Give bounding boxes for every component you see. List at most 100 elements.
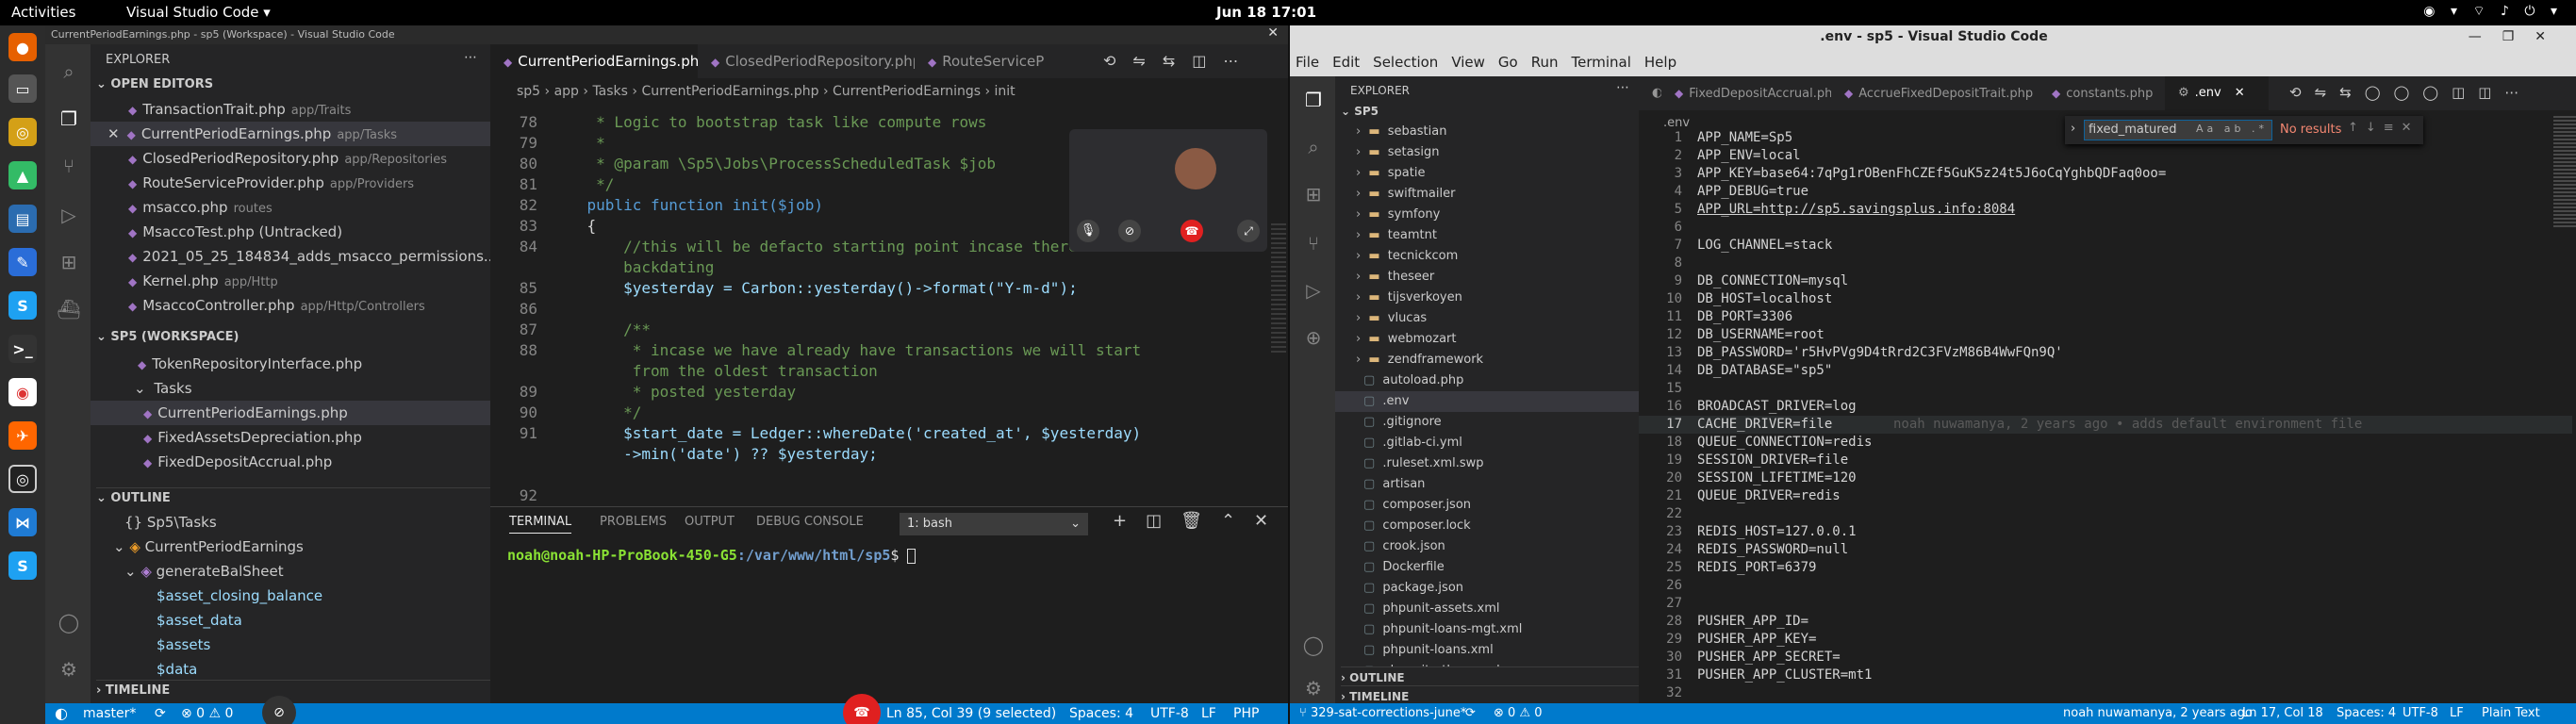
folder-item[interactable]: › ▬ tijsverkoyen	[1335, 288, 1639, 308]
outline-item[interactable]: $asset_closing_balance	[91, 584, 490, 608]
clock[interactable]: Jun 18 17:01	[1216, 4, 1316, 21]
run-debug-icon[interactable]: ▷	[1301, 278, 1326, 303]
folder-item[interactable]: › ▬ zendframework	[1335, 350, 1639, 370]
menu-edit[interactable]: Edit	[1332, 54, 1360, 71]
manage-gear-icon[interactable]: ⚙	[1301, 676, 1326, 700]
tab-constants[interactable]: ◆ constants.php	[2039, 76, 2165, 110]
file-item[interactable]: ▢ .gitlab-ci.yml	[1335, 433, 1639, 453]
minimap[interactable]	[2553, 116, 2576, 229]
sync-icon[interactable]: ⟳	[155, 703, 166, 724]
remote-icon[interactable]: ⊕	[1301, 325, 1326, 350]
language-mode[interactable]: PHP	[1233, 703, 1259, 724]
folder-item[interactable]: › ▬ symfony	[1335, 205, 1639, 225]
chrome-icon[interactable]: ◉	[8, 378, 37, 406]
open-editor-item[interactable]: ◆ MsaccoTest.php (Untracked)	[91, 220, 490, 244]
postman-icon[interactable]: ✈	[8, 421, 37, 450]
tab-close-icon[interactable]: ✕	[2235, 86, 2245, 100]
docker-icon[interactable]: ⛴	[57, 297, 81, 321]
encoding[interactable]: UTF-8	[2403, 703, 2438, 724]
folder-item[interactable]: › ▬ webmozart	[1335, 329, 1639, 350]
outline-item[interactable]: ⌄ ◈ CurrentPeriodEarnings	[91, 535, 490, 559]
skype-icon[interactable]: S	[8, 291, 37, 320]
menu-help[interactable]: Help	[1644, 54, 1676, 71]
tab-accrue-fixed-deposit-trait[interactable]: ◆ AccrueFixedDepositTrait.php	[1831, 76, 2039, 110]
terminal-select[interactable]: 1: bash ⌄	[900, 513, 1088, 535]
outline-item[interactable]: {} Sp5\Tasks	[91, 510, 490, 535]
camera-off-icon-2[interactable]: ⊘	[262, 696, 296, 724]
outline-item[interactable]: $assets	[91, 633, 490, 657]
source-control-icon[interactable]: ⑂	[57, 154, 81, 178]
folder-item[interactable]: › ▬ tecnickcom	[1335, 246, 1639, 267]
problems-indicator[interactable]: ⊗ 0 ⚠ 0	[181, 703, 233, 724]
file-item[interactable]: ▢ artisan	[1335, 474, 1639, 495]
file-item[interactable]: ▢ .gitignore	[1335, 412, 1639, 433]
explorer-more-icon[interactable]: ⋯	[464, 50, 477, 65]
workspace-header[interactable]: ⌄ SP5 (WORKSPACE)	[96, 327, 239, 348]
menu-run[interactable]: Run	[1531, 54, 1559, 71]
open-editor-item[interactable]: ◆ msacco.php routes	[91, 195, 490, 220]
file-item[interactable]: ▢ .ruleset.xml.swp	[1335, 453, 1639, 474]
minimap[interactable]	[1271, 223, 1286, 355]
tab-closed-period-repository[interactable]: ◆ ClosedPeriodRepository.php	[698, 44, 915, 78]
tab-fixed-deposit-accrual[interactable]: ◆ FixedDepositAccrual.php	[1661, 76, 1831, 110]
outline-item[interactable]: ⌄ ◈ generateBalSheet	[91, 559, 490, 584]
explorer-icon[interactable]: ❐	[57, 107, 81, 131]
account-icon[interactable]: ◯	[1301, 633, 1326, 657]
open-editor-item[interactable]: ◆ TransactionTrait.php app/Traits	[91, 97, 490, 122]
mic-icon[interactable]: 🎙	[1077, 220, 1099, 242]
eol[interactable]: LF	[1201, 703, 1216, 724]
file-item[interactable]: ▢ phpunit-loans-mgt.xml	[1335, 619, 1639, 640]
open-editor-item[interactable]: ◆ MsaccoController.php app/Http/Controller…	[91, 293, 490, 318]
outline-header[interactable]: › OUTLINE	[1341, 666, 1639, 687]
app-menu[interactable]: Visual Studio Code ▾	[126, 4, 271, 21]
env-editor[interactable]: 1 APP_NAME=Sp5 2 APP_ENV=local 3 APP_KEY=base…	[1639, 129, 2572, 702]
workspace-file[interactable]: ◆ FixedDepositAccrual.php	[91, 450, 490, 474]
cursor-position[interactable]: Ln 17, Col 18	[2242, 703, 2323, 724]
timeline-header[interactable]: › TIMELINE	[96, 680, 490, 700]
open-editor-item[interactable]: ◆ ClosedPeriodRepository.php app/Repositor…	[91, 146, 490, 171]
folder-item[interactable]: › ▬ swiftmailer	[1335, 184, 1639, 205]
document-icon[interactable]: ▤	[8, 205, 37, 233]
open-editor-item[interactable]: ◆ Kernel.php app/Http	[91, 269, 490, 293]
source-control-icon[interactable]: ⑂	[1301, 231, 1326, 255]
editor-actions[interactable]: ⟲⇋⇆◯◯◯◫◫⋯	[2289, 84, 2532, 101]
open-editor-item[interactable]: ◆ 2021_05_25_184834_adds_msacco_permissio…	[91, 244, 490, 269]
file-item[interactable]: ▢ composer.json	[1335, 495, 1639, 516]
indentation[interactable]: Spaces: 4	[1069, 703, 1133, 724]
open-editor-item[interactable]: ✕ ◆ CurrentPeriodEarnings.php app/Tasks	[91, 122, 490, 146]
hangup-icon[interactable]: ☎	[1181, 220, 1203, 242]
chrome-canary-icon[interactable]: ◎	[8, 118, 37, 146]
folder-item[interactable]: › ▬ vlucas	[1335, 308, 1639, 329]
menu-file[interactable]: File	[1296, 54, 1319, 71]
explorer-icon[interactable]: ❐	[1301, 88, 1326, 112]
open-editors-header[interactable]: ⌄ OPEN EDITORS	[96, 74, 213, 95]
file-item[interactable]: ▢ Dockerfile	[1335, 557, 1639, 578]
menu-terminal[interactable]: Terminal	[1572, 54, 1631, 71]
account-icon[interactable]: ◯	[57, 610, 81, 634]
tab-current-period-earnings[interactable]: ◆ CurrentPeriodEarnings.php	[490, 44, 698, 78]
workspace-file[interactable]: ◆ FixedAssetsDepreciation.php	[91, 425, 490, 450]
folder-item[interactable]: › ▬ teamtnt	[1335, 225, 1639, 246]
file-item[interactable]: ▢ phpunit-assets.xml	[1335, 599, 1639, 619]
outline-item[interactable]: $asset_data	[91, 608, 490, 633]
menu-view[interactable]: View	[1451, 54, 1485, 71]
file-item[interactable]: ▢ autoload.php	[1335, 370, 1639, 391]
folder-tasks[interactable]: ⌄ Tasks	[91, 376, 490, 401]
branch-indicator[interactable]: master*	[83, 703, 136, 724]
activities-button[interactable]: Activities	[11, 4, 75, 21]
sync-icon[interactable]: ⟳	[1465, 703, 1476, 724]
file-item[interactable]: ▢ .env	[1335, 391, 1639, 412]
editor-icon[interactable]: ✎	[8, 248, 37, 276]
cursor-position[interactable]: Ln 85, Col 39 (9 selected)	[886, 703, 1056, 724]
hangup-icon-2[interactable]: ☎	[843, 694, 881, 724]
file-item[interactable]: ▢ phpunit-loans.xml	[1335, 640, 1639, 661]
expand-icon[interactable]: ⤢	[1237, 220, 1260, 242]
language-mode[interactable]: Plain Text	[2482, 703, 2540, 724]
folder-item[interactable]: › ▬ theseer	[1335, 267, 1639, 288]
search-icon[interactable]: ⌕	[57, 59, 81, 84]
tab-env[interactable]: ⚙ .env ✕	[2165, 76, 2269, 110]
outline-header[interactable]: ⌄ OUTLINE	[96, 487, 490, 508]
editor-actions[interactable]: ⟲⇋⇆◫⋯	[1103, 52, 1255, 70]
menu-selection[interactable]: Selection	[1373, 54, 1438, 71]
workspace-file[interactable]: ◆ CurrentPeriodEarnings.php	[91, 401, 490, 425]
